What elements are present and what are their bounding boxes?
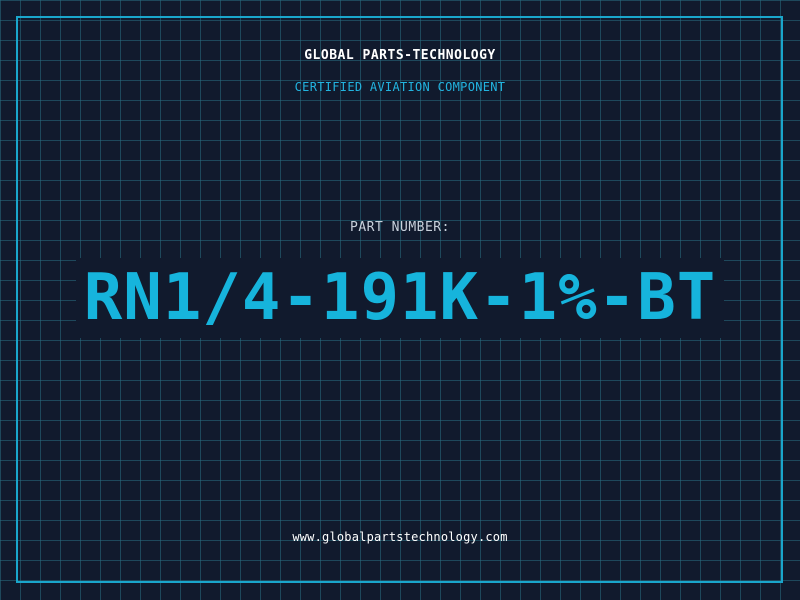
company-name: GLOBAL PARTS-TECHNOLOGY — [304, 48, 496, 63]
part-label-card: GLOBAL PARTS-TECHNOLOGY CERTIFIED AVIATI… — [0, 0, 800, 600]
part-number-container: RN1/4-191K-1%-BT — [30, 258, 770, 338]
certification-subtitle: CERTIFIED AVIATION COMPONENT — [294, 80, 506, 94]
part-number-value: RN1/4-191K-1%-BT — [75, 258, 725, 338]
part-number-label: PART NUMBER: — [350, 220, 450, 235]
website-url: www.globalpartstechnology.com — [292, 530, 508, 544]
